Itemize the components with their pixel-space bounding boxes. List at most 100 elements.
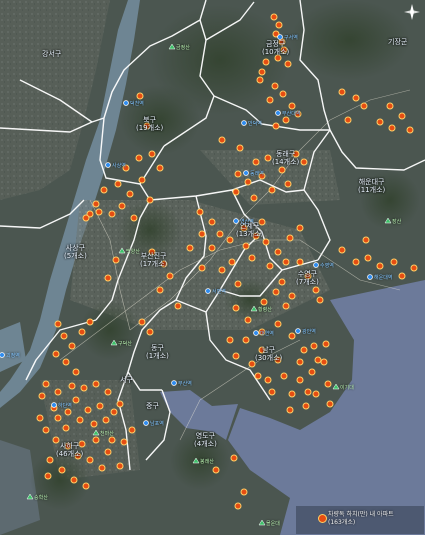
apartment-marker	[234, 502, 242, 510]
subway-station-icon	[253, 330, 259, 336]
apartment-marker	[322, 340, 330, 348]
apartment-marker	[264, 154, 272, 162]
apartment-marker	[126, 190, 134, 198]
legend-text: 차량독 하치(만) 내 아파트 (163개소)	[328, 511, 394, 526]
mountain-area	[80, 300, 140, 360]
mountain-label: 몰운대	[266, 521, 280, 527]
apartment-marker	[44, 472, 52, 480]
subway-station-icon	[123, 100, 129, 106]
apartment-marker	[54, 388, 62, 396]
apartment-marker	[268, 186, 276, 194]
apartment-marker	[76, 416, 84, 424]
station-label: 광안역	[302, 329, 316, 335]
mountain-label: 금정산	[176, 45, 190, 51]
subway-station-icon	[243, 170, 249, 176]
apartment-marker	[284, 180, 292, 188]
district-label-gangseo: 강서구	[42, 50, 62, 58]
apartment-marker	[244, 316, 252, 324]
apartment-marker	[272, 288, 280, 296]
apartment-marker	[240, 488, 248, 496]
mountain-label: 천마산	[100, 431, 114, 437]
mountain-label: 장산	[392, 219, 402, 225]
apartment-marker	[108, 436, 116, 444]
apartment-marker	[242, 336, 250, 344]
apartment-marker	[344, 116, 352, 124]
district-label-gijang: 기장군	[388, 38, 408, 46]
apartment-marker	[324, 380, 332, 388]
apartment-marker	[282, 302, 290, 310]
apartment-marker	[254, 372, 262, 380]
station-label: 동래역	[250, 171, 264, 177]
apartment-marker	[86, 318, 94, 326]
mountain-label: 구덕산	[118, 341, 132, 347]
apartment-marker	[92, 200, 100, 208]
apartment-marker	[286, 234, 294, 242]
apartment-marker	[316, 296, 324, 304]
apartment-marker	[360, 102, 368, 110]
apartment-marker	[288, 332, 296, 340]
apartment-marker	[108, 210, 116, 218]
apartment-marker	[104, 448, 112, 456]
marker-dot-icon	[318, 514, 327, 523]
apartment-marker	[68, 382, 76, 390]
apartment-marker	[64, 408, 72, 416]
apartment-marker	[234, 280, 242, 288]
apartment-marker	[60, 332, 68, 340]
apartment-marker	[386, 102, 394, 110]
district-label-dong: 동구 (1개소)	[146, 344, 169, 360]
apartment-marker	[406, 126, 414, 134]
apartment-marker	[62, 424, 70, 432]
apartment-marker	[92, 380, 100, 388]
station-label: 수영역	[320, 263, 334, 269]
district-label-buk: 북구 (19개소)	[136, 116, 164, 132]
apartment-marker	[46, 456, 54, 464]
apartment-marker	[82, 482, 90, 490]
apartment-marker	[114, 180, 122, 188]
apartment-marker	[271, 82, 279, 90]
station-label: 사상역	[112, 163, 126, 169]
apartment-marker	[148, 150, 156, 158]
district-label-seo: 서구	[120, 376, 133, 384]
apartment-marker	[242, 242, 250, 250]
mountain-label: 이기대	[340, 385, 354, 391]
apartment-marker	[300, 346, 308, 354]
apartment-marker	[260, 298, 268, 306]
apartment-marker	[282, 116, 290, 124]
apartment-marker	[244, 178, 252, 186]
apartment-marker	[352, 258, 360, 266]
station-label: 해운대역	[374, 275, 393, 281]
busan-map: 금정구 (10개소) 북구 (19개소) 동래구 (14개소) 해운대구 (11개소) …	[0, 0, 425, 535]
apartment-marker	[84, 406, 92, 414]
apartment-marker	[146, 196, 154, 204]
mountain-area	[224, 278, 276, 322]
apartment-marker	[410, 264, 418, 272]
district-label-nam: 남구 (30개소)	[255, 346, 283, 362]
apartment-marker	[86, 456, 94, 464]
apartment-marker	[296, 224, 304, 232]
apartment-marker	[232, 352, 240, 360]
apartment-marker	[128, 426, 136, 434]
apartment-marker	[288, 390, 296, 398]
apartment-marker	[256, 76, 264, 84]
apartment-marker	[338, 246, 346, 254]
apartment-marker	[100, 186, 108, 194]
apartment-marker	[116, 462, 124, 470]
district-label-suyeong: 수영구 (7개소)	[296, 270, 319, 286]
apartment-marker	[36, 414, 44, 422]
apartment-marker	[216, 230, 224, 238]
apartment-marker	[278, 166, 286, 174]
apartment-marker	[232, 188, 240, 196]
apartment-marker	[236, 144, 244, 152]
apartment-marker	[42, 380, 50, 388]
apartment-marker	[288, 102, 296, 110]
apartment-marker	[228, 258, 236, 266]
apartment-marker	[80, 384, 88, 392]
district-label-busanjin: 부산진구 (17개소)	[140, 252, 168, 268]
apartment-marker	[42, 426, 50, 434]
station-label: 서면역	[212, 289, 226, 295]
apartment-marker	[38, 392, 46, 400]
apartment-marker	[296, 258, 304, 266]
subway-station-icon	[205, 288, 211, 294]
apartment-marker	[338, 88, 346, 96]
apartment-marker	[268, 388, 276, 396]
